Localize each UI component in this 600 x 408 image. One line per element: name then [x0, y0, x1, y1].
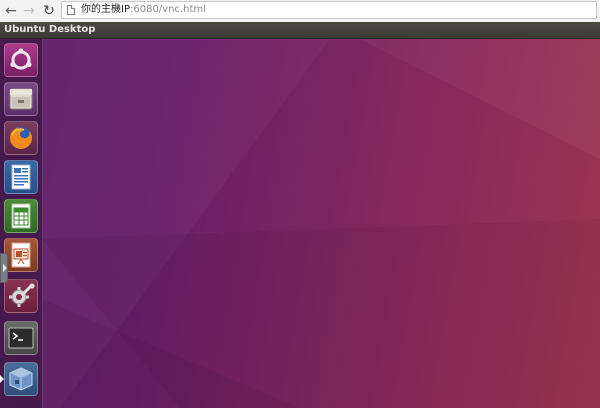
launcher-item-calc[interactable]: [4, 199, 38, 233]
browser-toolbar: ← → ↻ 你的主機IP:6080/vnc.html: [0, 0, 600, 23]
url-text: 你的主機IP:6080/vnc.html: [81, 3, 206, 17]
address-bar[interactable]: 你的主機IP:6080/vnc.html: [61, 1, 597, 19]
panel-title: Ubuntu Desktop: [4, 24, 96, 35]
back-button[interactable]: ←: [2, 2, 20, 20]
arrow-right-icon: →: [23, 3, 35, 19]
firefox-icon: [10, 127, 32, 149]
top-panel: Ubuntu Desktop: [0, 22, 600, 39]
reload-button[interactable]: ↻: [40, 2, 58, 20]
wallpaper-rays: [42, 39, 600, 408]
files-cabinet-icon: [9, 88, 33, 110]
ubuntu-logo-icon: [10, 48, 32, 70]
url-path: :6080/vnc.html: [129, 4, 206, 15]
libreoffice-writer-icon: [11, 164, 31, 190]
libreoffice-calc-icon: [11, 203, 31, 229]
url-host: 你的主機IP: [81, 4, 130, 15]
launcher-item-virtualbox[interactable]: [4, 362, 38, 396]
vnc-control-bar-handle[interactable]: [0, 253, 8, 283]
reload-icon: ↻: [43, 3, 55, 19]
virtualbox-icon: [9, 367, 33, 391]
libreoffice-impress-icon: [11, 242, 31, 268]
launcher-item-impress[interactable]: [4, 238, 38, 272]
forward-button[interactable]: →: [20, 2, 38, 20]
launcher-item-firefox[interactable]: [4, 121, 38, 155]
launcher: [0, 39, 43, 408]
chevron-right-icon: [3, 264, 7, 272]
launcher-item-writer[interactable]: [4, 160, 38, 194]
running-indicator: [0, 375, 4, 383]
launcher-item-terminal[interactable]: [4, 321, 38, 355]
system-settings-icon: [9, 283, 35, 307]
launcher-item-files[interactable]: [4, 82, 38, 116]
document-icon: [67, 5, 75, 15]
terminal-icon: [8, 327, 34, 349]
launcher-item-settings[interactable]: [4, 279, 38, 313]
desktop-wallpaper[interactable]: [0, 39, 600, 408]
launcher-item-dash[interactable]: [4, 43, 38, 77]
arrow-left-icon: ←: [5, 3, 17, 19]
